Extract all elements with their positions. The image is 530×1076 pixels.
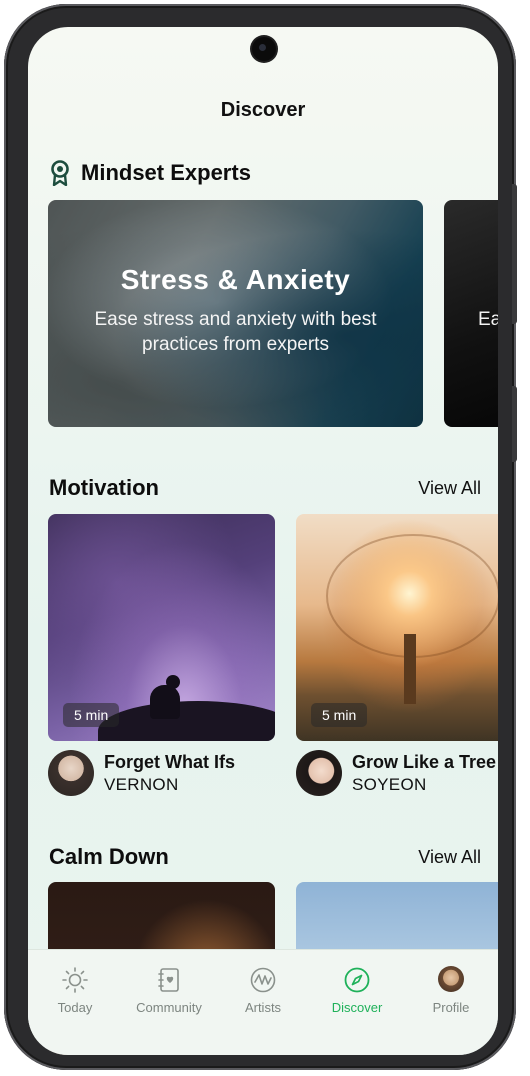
nav-label: Community bbox=[136, 1000, 202, 1015]
nav-label: Today bbox=[57, 1000, 93, 1015]
nav-label: Artists bbox=[244, 1000, 282, 1015]
hill-silhouette bbox=[98, 701, 275, 741]
expert-card-subtitle: Ease stress and anxiety with best practi… bbox=[94, 309, 377, 355]
track-info-forget-what-ifs[interactable]: Forget What Ifs VERNON bbox=[48, 750, 235, 796]
track-info-grow-like-a-tree[interactable]: Grow Like a Tree SOYEON bbox=[296, 750, 496, 796]
side-button bbox=[512, 184, 517, 324]
expert-card-stress-anxiety[interactable]: Stress & Anxiety Ease stress and anxiety… bbox=[48, 200, 423, 427]
mindset-title-group: Mindset Experts bbox=[49, 160, 251, 186]
expert-card-subtitle: Ea bbox=[478, 309, 498, 330]
expert-card-next[interactable]: Ea bbox=[444, 200, 498, 427]
motivation-section-header: Motivation View All bbox=[49, 475, 481, 501]
duration-badge: 5 min bbox=[63, 703, 120, 727]
page-title: Discover bbox=[220, 99, 306, 121]
track-title: Forget What Ifs bbox=[104, 751, 235, 772]
mindset-section-title: Mindset Experts bbox=[81, 160, 251, 185]
duration-badge: 5 min bbox=[311, 703, 368, 727]
track-artist: SOYEON bbox=[352, 774, 427, 794]
nav-item-community[interactable]: Community bbox=[124, 966, 214, 1055]
artists-icon bbox=[250, 967, 276, 993]
mindset-section-header: Mindset Experts bbox=[49, 160, 481, 186]
person-head bbox=[166, 675, 180, 689]
artist-avatar-soyeon bbox=[296, 750, 342, 796]
expert-card-title: Stress & Anxiety bbox=[120, 264, 351, 295]
phone-frame: Discover Mindset Experts Stress & Anxiet… bbox=[4, 4, 517, 1070]
calm-section-header: Calm Down View All bbox=[49, 844, 481, 870]
side-button bbox=[512, 386, 517, 462]
bottom-nav: Today Community Artists Discover Profile bbox=[28, 949, 498, 1055]
app-screen: Discover Mindset Experts Stress & Anxiet… bbox=[28, 27, 498, 1055]
motivation-view-all-link[interactable]: View All bbox=[418, 478, 481, 499]
profile-avatar bbox=[438, 966, 464, 992]
nav-item-discover[interactable]: Discover bbox=[312, 966, 402, 1055]
sun-icon bbox=[62, 967, 88, 993]
award-icon bbox=[51, 160, 69, 186]
journal-icon bbox=[158, 968, 179, 992]
front-camera bbox=[252, 37, 276, 61]
track-artist: VERNON bbox=[104, 774, 179, 794]
nav-item-artists[interactable]: Artists bbox=[218, 966, 308, 1055]
track-title: Grow Like a Tree bbox=[352, 751, 497, 772]
nav-label: Profile bbox=[432, 1000, 470, 1015]
motivation-card-grow-like-a-tree[interactable]: 5 min bbox=[296, 514, 498, 741]
calm-view-all-link[interactable]: View All bbox=[418, 847, 481, 868]
person-silhouette bbox=[150, 685, 180, 719]
nav-item-today[interactable]: Today bbox=[30, 966, 120, 1055]
tree-trunk bbox=[404, 634, 416, 704]
nav-label: Discover bbox=[331, 1000, 383, 1015]
track-text: Grow Like a Tree SOYEON bbox=[352, 752, 496, 795]
motivation-section-title: Motivation bbox=[49, 475, 159, 500]
motivation-card-forget-what-ifs[interactable]: 5 min bbox=[48, 514, 275, 741]
artist-avatar-vernon bbox=[48, 750, 94, 796]
compass-icon bbox=[344, 967, 370, 993]
track-text: Forget What Ifs VERNON bbox=[104, 752, 235, 795]
calm-section-title: Calm Down bbox=[49, 844, 169, 869]
nav-item-profile[interactable]: Profile bbox=[406, 966, 496, 1055]
